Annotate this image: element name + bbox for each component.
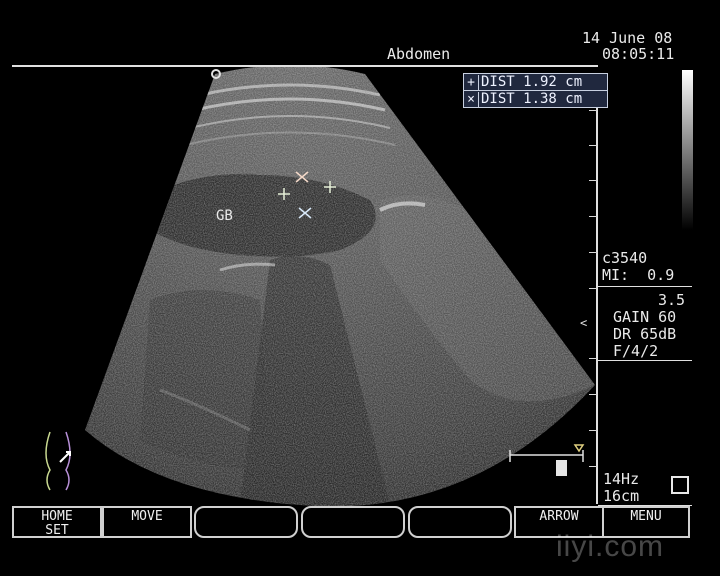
measurement-2-label: DIST 1.38 cm [481,91,583,107]
frequency-value: 3.5 [658,291,686,309]
softkey-home-set[interactable]: HOME SET [12,506,102,538]
top-rule [12,65,598,67]
softkey-blank-1[interactable] [194,506,298,538]
mechanical-index: MI: 0.9 [602,266,675,284]
depth-scale-line [596,74,598,504]
softkey-blank-2[interactable] [301,506,405,538]
softkey-blank-3[interactable] [408,506,512,538]
panel-rule-1 [598,286,692,287]
panel-rule-2 [598,360,692,361]
focus-value: F/4/2 [613,342,659,360]
gain-value: GAIN 60 [613,308,677,326]
measurement-2: × DIST 1.38 cm [463,90,608,108]
time-label: 08:05:11 [602,45,675,63]
measurement-1-label: DIST 1.92 cm [481,74,583,90]
grayscale-bar [682,70,693,230]
dynamic-range-value: DR 65dB [613,325,677,343]
bodymark-icon [45,431,71,491]
date-label: 14 June 08 [582,29,673,47]
probe-model: c3540 [602,249,648,267]
caliper-x-icon: × [464,92,479,108]
depth-value: 16cm [603,487,640,505]
preset-label: Abdomen [387,45,451,63]
softkey-move[interactable]: MOVE [102,506,192,538]
freeze-indicator-icon [671,476,689,494]
focus-arrow-icon: < [580,316,587,330]
focus-marker [556,460,567,476]
frame-rate: 14Hz [603,470,640,488]
gb-annotation: GB [216,208,233,224]
caliper-plus-icon: + [464,75,479,91]
watermark: iiyi.com [556,530,665,563]
measurement-1: + DIST 1.92 cm [463,73,608,91]
